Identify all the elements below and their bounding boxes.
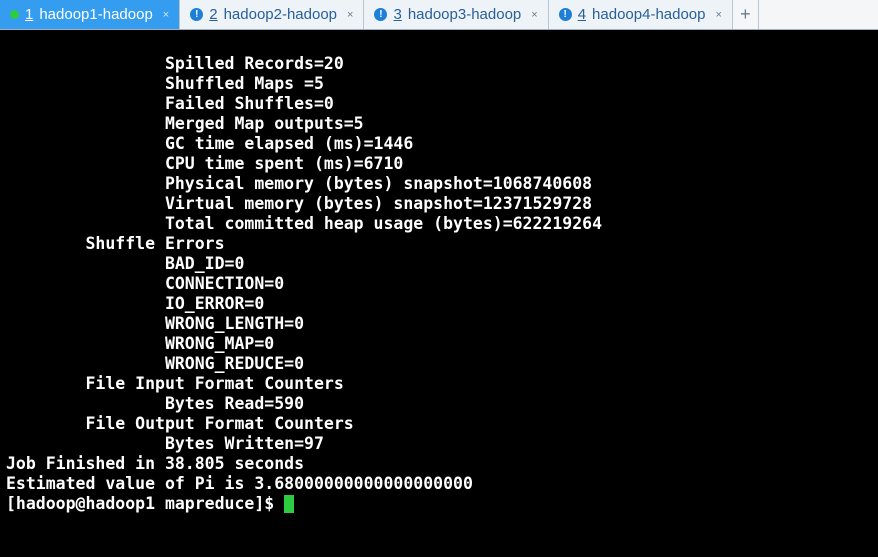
tab-hadoop2[interactable]: ! 2 hadoop2-hadoop × xyxy=(180,0,364,29)
tab-hadoop4[interactable]: ! 4 hadoop4-hadoop × xyxy=(549,0,733,29)
close-icon[interactable]: × xyxy=(531,9,537,21)
info-icon: ! xyxy=(190,8,203,21)
tab-number: 1 xyxy=(25,6,33,23)
info-icon: ! xyxy=(374,8,387,21)
info-icon: ! xyxy=(559,8,572,21)
tab-hadoop3[interactable]: ! 3 hadoop3-hadoop × xyxy=(364,0,548,29)
terminal-line: IO_ERROR=0 xyxy=(6,294,264,313)
terminal-line: CPU time spent (ms)=6710 xyxy=(6,154,403,173)
terminal-line: Shuffled Maps =5 xyxy=(6,74,324,93)
close-icon[interactable]: × xyxy=(163,9,169,21)
terminal-line: Physical memory (bytes) snapshot=1068740… xyxy=(6,174,592,193)
terminal-line: File Output Format Counters xyxy=(6,414,364,433)
tab-number: 2 xyxy=(209,6,217,23)
terminal-line: WRONG_REDUCE=0 xyxy=(6,354,304,373)
terminal-line: Job Finished in 38.805 seconds xyxy=(6,454,304,473)
tab-label: hadoop4-hadoop xyxy=(592,6,705,23)
plus-icon: + xyxy=(740,4,751,25)
tab-bar: 1 hadoop1-hadoop × ! 2 hadoop2-hadoop × … xyxy=(0,0,878,30)
terminal-line: File Input Format Counters xyxy=(6,374,354,393)
terminal-line: Merged Map outputs=5 xyxy=(6,114,364,133)
tab-label: hadoop1-hadoop xyxy=(39,6,152,23)
terminal-line: CONNECTION=0 xyxy=(6,274,284,293)
terminal-line: WRONG_LENGTH=0 xyxy=(6,314,304,333)
terminal-line: GC time elapsed (ms)=1446 xyxy=(6,134,413,153)
close-icon[interactable]: × xyxy=(716,9,722,21)
terminal-line: Spilled Records=20 xyxy=(6,54,344,73)
terminal-line: Bytes Read=590 xyxy=(6,394,304,413)
terminal-line: Total committed heap usage (bytes)=62221… xyxy=(6,214,602,233)
terminal-line: WRONG_MAP=0 xyxy=(6,334,274,353)
terminal-line: Virtual memory (bytes) snapshot=12371529… xyxy=(6,194,592,213)
tab-number: 4 xyxy=(578,6,586,23)
tab-number: 3 xyxy=(393,6,401,23)
terminal-line: Failed Shuffles=0 xyxy=(6,94,334,113)
terminal-line: Estimated value of Pi is 3.6800000000000… xyxy=(6,474,473,493)
tab-hadoop1[interactable]: 1 hadoop1-hadoop × xyxy=(0,0,180,29)
shell-prompt: [hadoop@hadoop1 mapreduce]$ xyxy=(6,494,284,514)
terminal-output[interactable]: Spilled Records=20 Shuffled Maps =5 Fail… xyxy=(0,30,878,557)
close-icon[interactable]: × xyxy=(347,9,353,21)
cursor-icon xyxy=(284,495,294,513)
tab-label: hadoop3-hadoop xyxy=(408,6,521,23)
new-tab-button[interactable]: + xyxy=(733,0,759,29)
tab-label: hadoop2-hadoop xyxy=(224,6,337,23)
terminal-line: BAD_ID=0 xyxy=(6,254,244,273)
terminal-line: Shuffle Errors xyxy=(6,234,225,253)
terminal-line: Bytes Written=97 xyxy=(6,434,324,453)
status-dot-green-icon xyxy=(10,10,19,19)
